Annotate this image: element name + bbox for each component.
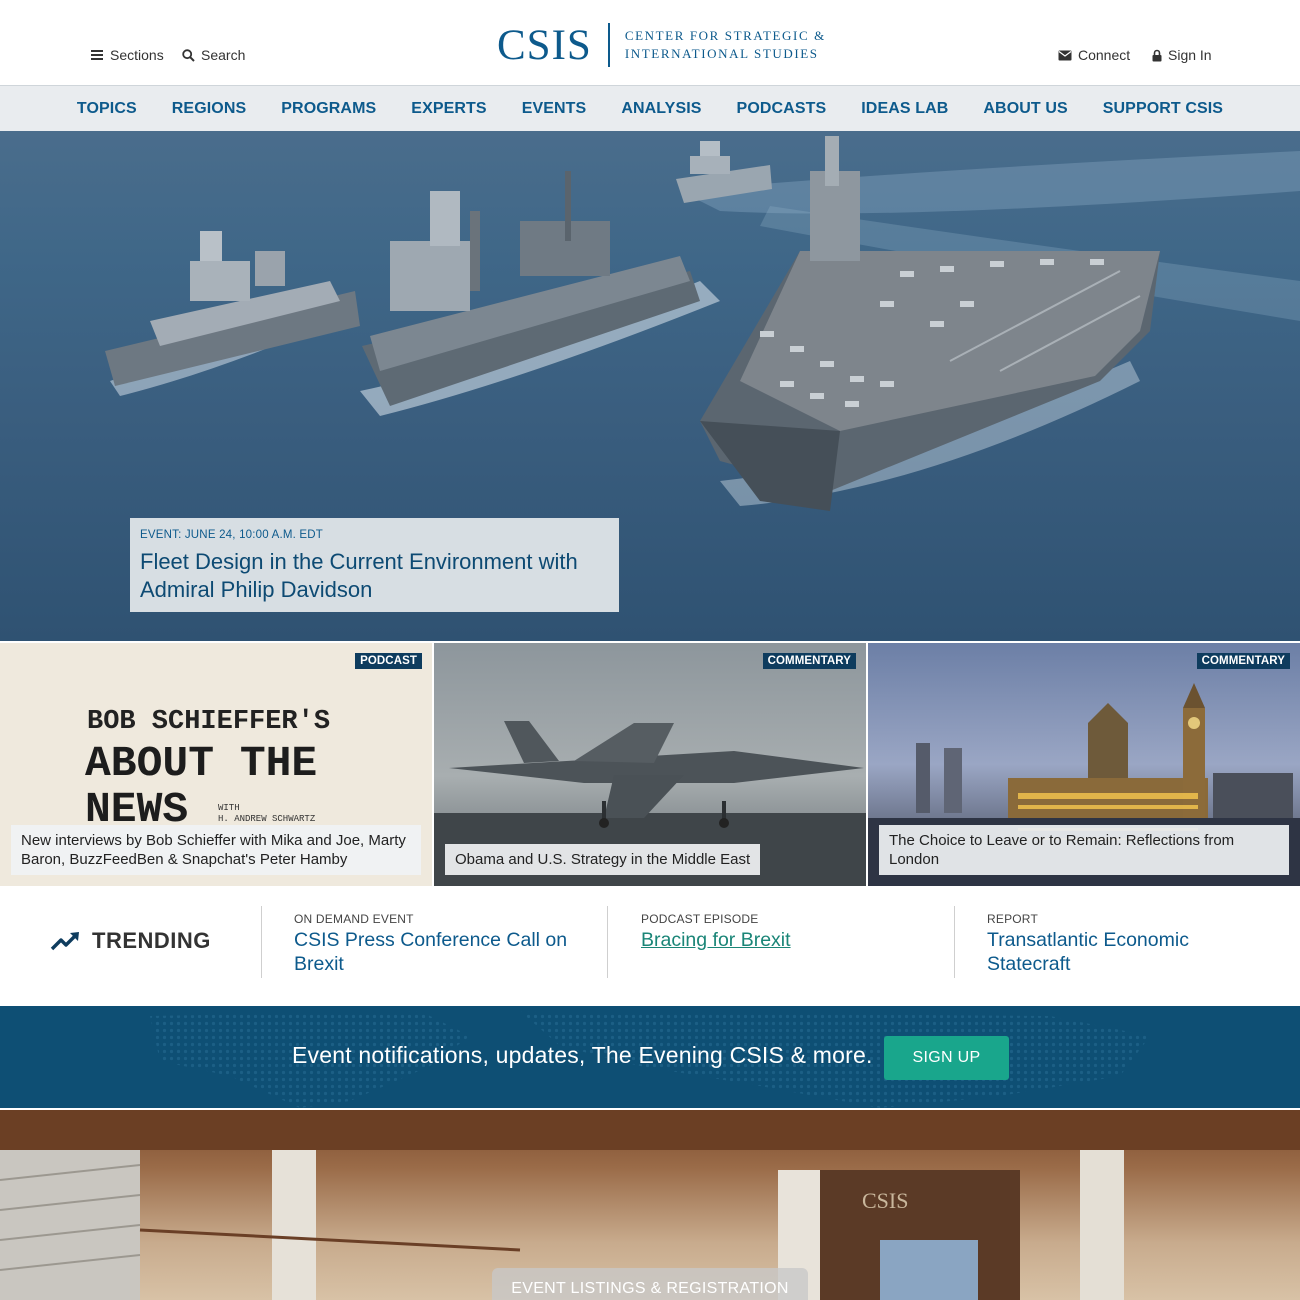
connect-link[interactable]: Connect <box>1058 47 1130 63</box>
tile-tag-podcast: PODCAST <box>355 653 422 669</box>
search-icon <box>182 48 195 62</box>
events-lobby-banner: CSIS EVENT LISTINGS & REGISTRATION <box>0 1110 1300 1300</box>
sections-menu-button[interactable]: Sections <box>91 47 164 63</box>
site-header: Sections Search CSIS CENTER FOR STRATEGI… <box>0 0 1300 86</box>
trending-divider <box>607 906 608 978</box>
sections-label: Sections <box>110 47 164 63</box>
nav-analysis[interactable]: ANALYSIS <box>621 100 701 118</box>
trending-divider <box>954 906 955 978</box>
nav-ideas-lab[interactable]: IDEAS LAB <box>861 100 948 118</box>
signup-message: Event notifications, updates, The Evenin… <box>292 1042 873 1068</box>
tile-tag-commentary: COMMENTARY <box>762 653 856 669</box>
lobby-wall-sign: CSIS <box>862 1188 908 1213</box>
hero-title: Fleet Design in the Current Environment … <box>140 549 578 602</box>
nav-events[interactable]: EVENTS <box>522 100 587 118</box>
logo-mark: CSIS <box>497 21 592 69</box>
logo-divider <box>607 23 610 67</box>
trending-item[interactable]: PODCAST EPISODE Bracing for Brexit <box>641 912 931 952</box>
hero-feature[interactable]: EVENT: JUNE 24, 10:00 A.M. EDT Fleet Des… <box>0 131 1300 641</box>
lock-icon <box>1152 49 1162 61</box>
art-byline: H. ANDREW SCHWARTZ <box>218 814 316 824</box>
search-label: Search <box>201 47 246 63</box>
nav-support-csis[interactable]: SUPPORT CSIS <box>1103 100 1223 118</box>
nav-podcasts[interactable]: PODCASTS <box>737 100 827 118</box>
trending-up-icon <box>50 932 79 951</box>
main-nav: TOPICS REGIONS PROGRAMS EXPERTS EVENTS A… <box>0 86 1300 131</box>
nav-topics[interactable]: TOPICS <box>77 100 137 118</box>
trending-kicker: REPORT <box>987 912 1038 926</box>
feature-tiles: BOB SCHIEFFER'S ABOUT THE NEWS WITH H. A… <box>0 643 1300 886</box>
nav-experts[interactable]: EXPERTS <box>411 100 486 118</box>
tile-caption: New interviews by Bob Schieffer with Mik… <box>11 825 421 875</box>
logo-wordmark: CENTER FOR STRATEGIC & INTERNATIONAL STU… <box>625 27 826 63</box>
search-button[interactable]: Search <box>182 47 245 63</box>
sign-in-label: Sign In <box>1168 47 1212 63</box>
art-with: WITH <box>218 803 240 813</box>
trending-link[interactable]: Transatlantic Economic Statecraft <box>987 928 1277 976</box>
trending-label: TRENDING <box>50 928 211 954</box>
sign-in-link[interactable]: Sign In <box>1152 47 1212 63</box>
trending-link[interactable]: CSIS Press Conference Call on Brexit <box>294 928 584 976</box>
trending-kicker: ON DEMAND EVENT <box>294 912 414 926</box>
tile-commentary-london[interactable]: COMMENTARY The Choice to Leave or to Rem… <box>868 643 1300 886</box>
tile-caption: Obama and U.S. Strategy in the Middle Ea… <box>445 844 761 875</box>
hamburger-icon <box>91 50 103 60</box>
newsletter-signup-band: Event notifications, updates, The Evenin… <box>0 1006 1300 1108</box>
tile-tag-commentary: COMMENTARY <box>1196 653 1290 669</box>
hero-kicker: EVENT: JUNE 24, 10:00 A.M. EDT <box>140 529 324 541</box>
nav-programs[interactable]: PROGRAMS <box>281 100 376 118</box>
logo-line-1: CENTER FOR STRATEGIC & <box>624 28 826 43</box>
nav-about-us[interactable]: ABOUT US <box>983 100 1067 118</box>
csis-logo[interactable]: CSIS CENTER FOR STRATEGIC & INTERNATIONA… <box>497 22 826 68</box>
trending-divider <box>261 906 262 978</box>
art-title-line-2: ABOUT THE <box>85 739 317 788</box>
trending-link[interactable]: Bracing for Brexit <box>641 928 931 952</box>
envelope-icon <box>1058 50 1072 60</box>
hero-caption[interactable]: EVENT: JUNE 24, 10:00 A.M. EDT Fleet Des… <box>130 518 619 612</box>
trending-item[interactable]: ON DEMAND EVENT CSIS Press Conference Ca… <box>294 912 584 976</box>
trending-kicker: PODCAST EPISODE <box>641 912 759 926</box>
nav-regions[interactable]: REGIONS <box>172 100 247 118</box>
trending-title: TRENDING <box>92 928 211 953</box>
sign-up-button[interactable]: SIGN UP <box>884 1036 1009 1080</box>
tile-caption: The Choice to Leave or to Remain: Reflec… <box>879 825 1289 875</box>
logo-line-2: INTERNATIONAL STUDIES <box>624 46 819 61</box>
connect-label: Connect <box>1078 47 1131 63</box>
tile-commentary-middle-east[interactable]: COMMENTARY Obama and U.S. Strategy in th… <box>434 643 866 886</box>
art-title-line-1: BOB SCHIEFFER'S <box>87 707 330 737</box>
tile-podcast[interactable]: BOB SCHIEFFER'S ABOUT THE NEWS WITH H. A… <box>0 643 432 886</box>
event-listings-button[interactable]: EVENT LISTINGS & REGISTRATION <box>492 1268 808 1300</box>
trending-bar: TRENDING ON DEMAND EVENT CSIS Press Conf… <box>0 886 1300 1006</box>
trending-item[interactable]: REPORT Transatlantic Economic Statecraft <box>987 912 1277 976</box>
